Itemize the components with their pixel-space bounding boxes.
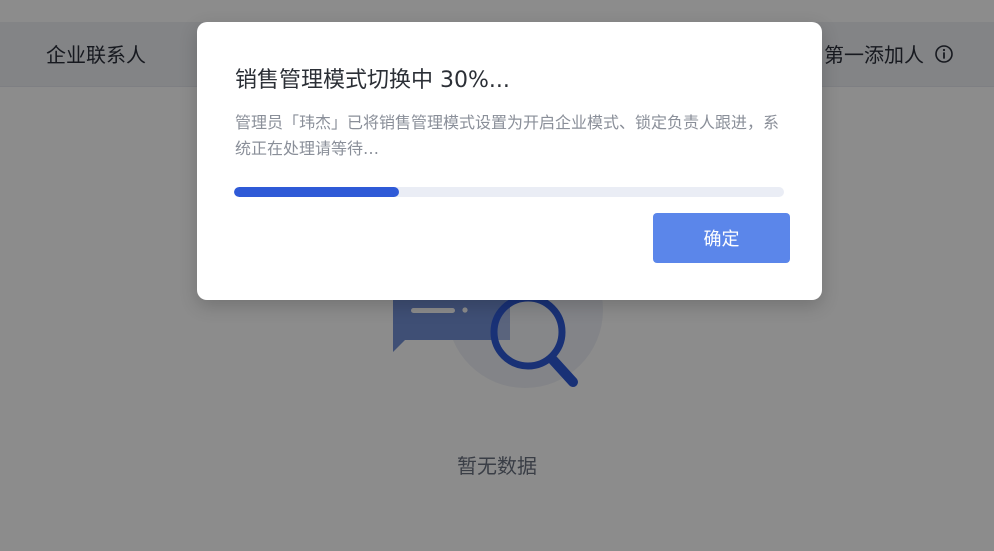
progress-fill	[234, 187, 399, 197]
dialog-title: 销售管理模式切换中 30%...	[235, 68, 510, 93]
mode-switch-dialog: 销售管理模式切换中 30%... 管理员「玮杰」已将销售管理模式设置为开启企业模…	[197, 22, 822, 300]
dialog-description: 管理员「玮杰」已将销售管理模式设置为开启企业模式、锁定负责人跟进，系统正在处理请…	[235, 113, 780, 158]
progress-bar	[234, 187, 784, 197]
confirm-button[interactable]: 确定	[653, 213, 790, 263]
